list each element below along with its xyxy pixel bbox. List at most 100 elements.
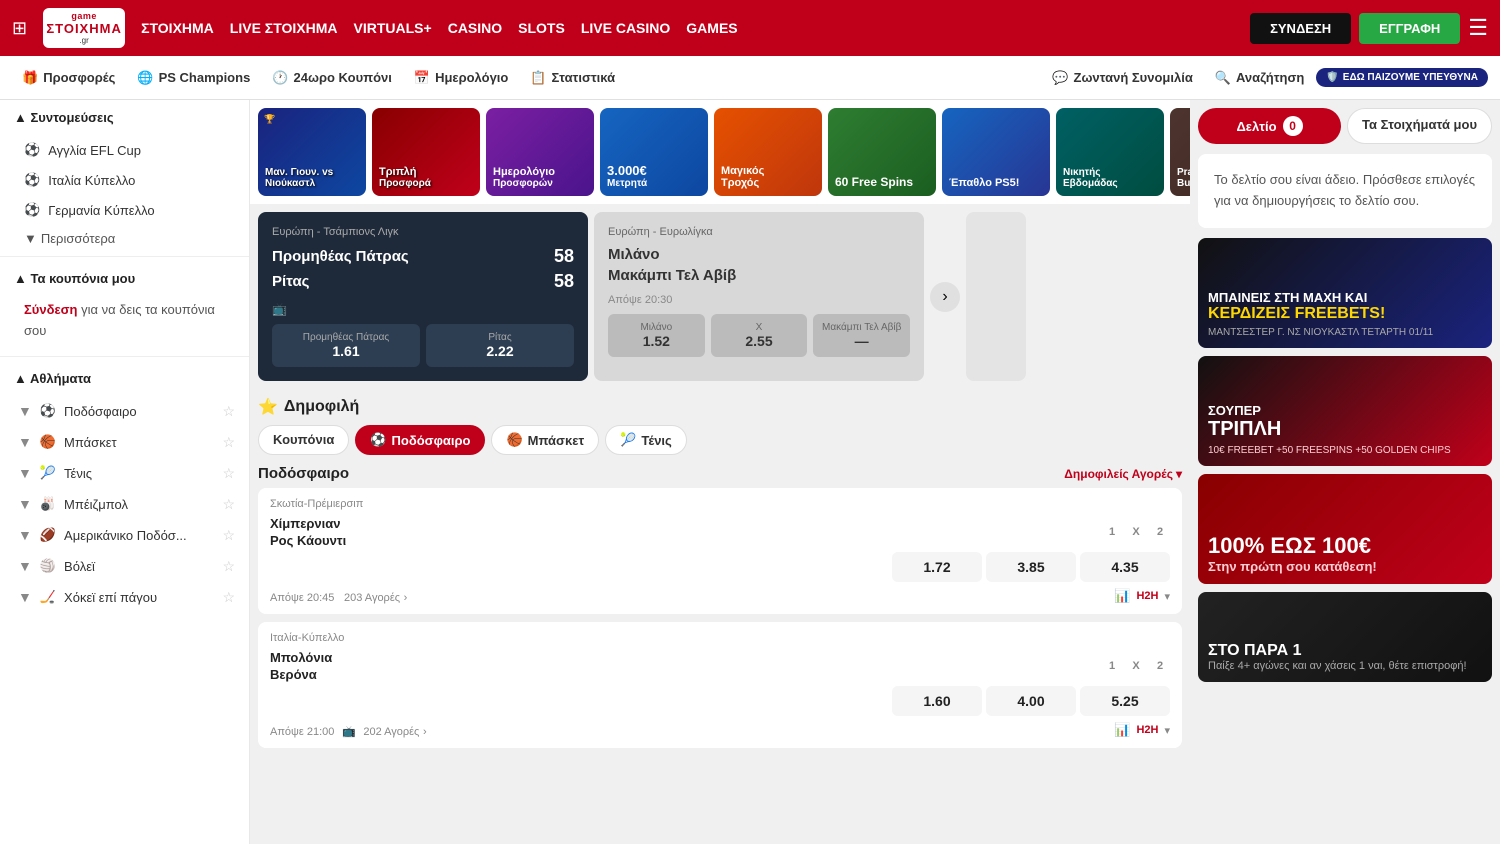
logo[interactable]: game ΣΤΟΙΧΗΜΑ .gr <box>43 8 125 48</box>
globe-icon: 🌐 <box>137 70 153 86</box>
odd-match1-x[interactable]: 3.85 <box>986 552 1076 582</box>
odd-btn-1-team1[interactable]: Προμηθέας Πάτρας 1.61 <box>272 324 420 367</box>
sidebar-sport-hockey[interactable]: ▼ 🏒 Χόκεϊ επί πάγου ☆ <box>0 582 249 613</box>
sec-nav-prosfores[interactable]: 🎁 Προσφορές <box>12 65 125 91</box>
sidebar-sport-baseball[interactable]: ▼ 🎳 Μπέιζμπολ ☆ <box>0 489 249 520</box>
odd-btn-1-team2[interactable]: Ρίτας 2.22 <box>426 324 574 367</box>
star-button-baseball[interactable]: ☆ <box>222 496 235 513</box>
promo-card-ps[interactable]: 🏆 Μαν. Γιουν. vs Νιούκαστλ <box>258 108 366 196</box>
star-button-tennis[interactable]: ☆ <box>222 465 235 482</box>
sidebar-item-italia[interactable]: ⚽ Ιταλία Κύπελλο <box>0 165 249 195</box>
markets-arrow-1[interactable]: › <box>404 592 408 604</box>
match2-markets-link[interactable]: 202 Αγορές <box>363 726 419 738</box>
shortcuts-header[interactable]: ▲ Συντομεύσεις <box>0 100 249 135</box>
football-sport-icon: ⚽ <box>40 403 56 419</box>
sec-nav-24h[interactable]: 🕐 24ωρο Κουπόνι <box>262 65 402 91</box>
h2h-link-1[interactable]: Η2Η <box>1136 590 1158 602</box>
right-banner-ps[interactable]: ΜΠΑΙΝΕΙΣ ΣΤΗ ΜΑΧΗ ΚΑΙ ΚΕΡΔΙΖΕΙΣ FREEBETS… <box>1198 238 1492 348</box>
login-button[interactable]: ΣΥΝΔΕΣΗ <box>1250 13 1351 44</box>
match-team2-2: Μακάμπι Τελ Αβίβ <box>608 267 736 284</box>
odd-match2-2[interactable]: 5.25 <box>1080 686 1170 716</box>
nav-link-stoixima[interactable]: ΣΤΟΙΧΗΜΑ <box>141 20 214 36</box>
star-button-football[interactable]: ☆ <box>222 403 235 420</box>
star-popular-icon: ⭐ <box>258 397 278 417</box>
sports-header[interactable]: ▲ Αθλήματα <box>0 361 249 396</box>
star-button-hockey[interactable]: ☆ <box>222 589 235 606</box>
markets-dropdown[interactable]: Δημοφιλείς Αγορές ▾ <box>1064 467 1182 481</box>
football-icon-germany: ⚽ <box>24 202 40 218</box>
tab-tennis[interactable]: 🎾 Τένις <box>605 425 687 455</box>
hamburger-icon[interactable]: ☰ <box>1468 15 1488 41</box>
betslip-tab-active[interactable]: Δελτίο 0 <box>1198 108 1341 144</box>
star-button-volleyball[interactable]: ☆ <box>222 558 235 575</box>
promo-card-triple[interactable]: Τριπλή Προσφορά <box>372 108 480 196</box>
hockey-icon: 🏒 <box>40 589 56 605</box>
promo-card-pragmatic[interactable]: Pragmatic Buy Bonus <box>1170 108 1190 196</box>
h2h-link-2[interactable]: Η2Η <box>1136 724 1158 736</box>
more-link[interactable]: ▼ Περισσότερα <box>0 225 249 252</box>
sidebar-item-germany[interactable]: ⚽ Γερμανία Κύπελλο <box>0 195 249 225</box>
grid-icon[interactable]: ⊞ <box>12 18 27 39</box>
betslip-count-badge: 0 <box>1283 116 1303 136</box>
match-league-1: Ευρώπη - Τσάμπιονς Λιγκ <box>272 226 574 238</box>
odd-btn-2-2[interactable]: Μακάμπι Τελ Αβίβ — <box>813 314 910 357</box>
star-button-basketball[interactable]: ☆ <box>222 434 235 451</box>
tab-basketball[interactable]: 🏀 Μπάσκετ <box>491 425 599 455</box>
chevron-h2h-1: ▾ <box>1164 590 1170 603</box>
promo-card-cash[interactable]: 3.000€ Μετρητά <box>600 108 708 196</box>
nav-link-livecasino[interactable]: LIVE CASINO <box>581 20 670 36</box>
nav-right: ΣΥΝΔΕΣΗ ΕΓΓΡΑΦΗ ☰ <box>1250 13 1488 44</box>
tab-football[interactable]: ⚽ Ποδόσφαιρο <box>355 425 485 455</box>
sidebar-sport-basketball[interactable]: ▼ 🏀 Μπάσκετ ☆ <box>0 427 249 458</box>
signin-link[interactable]: Σύνδεση <box>24 302 78 317</box>
match1-markets-link[interactable]: 203 Αγορές <box>344 592 400 604</box>
nav-link-slots[interactable]: SLOTS <box>518 20 565 36</box>
match-team1-1: Προμηθέας Πάτρας <box>272 248 409 265</box>
register-button[interactable]: ΕΓΓΡΑΦΗ <box>1359 13 1460 44</box>
nav-link-virtuals[interactable]: VIRTUALS+ <box>354 20 432 36</box>
match-score1-1: 58 <box>554 246 574 267</box>
promo-card-offer[interactable]: Ημερολόγιο Προσφορών <box>486 108 594 196</box>
sec-nav-calendar[interactable]: 📅 Ημερολόγιο <box>404 65 518 91</box>
sidebar-sport-tennis[interactable]: ▼ 🎾 Τένις ☆ <box>0 458 249 489</box>
sidebar-sport-football[interactable]: ▼ ⚽ Ποδόσφαιρο ☆ <box>0 396 249 427</box>
sidebar-item-efl[interactable]: ⚽ Αγγλία EFL Cup <box>0 135 249 165</box>
sec-nav-search[interactable]: 🔍 Αναζήτηση <box>1205 65 1315 91</box>
sidebar-sport-american-football[interactable]: ▼ 🏈 Αμερικάνικο Ποδόσ... ☆ <box>0 520 249 551</box>
volleyball-icon: 🏐 <box>40 558 56 574</box>
main-content: 🏆 Μαν. Γιουν. vs Νιούκαστλ Τριπλή Προσφο… <box>250 100 1190 844</box>
basketball-tab-icon: 🏀 <box>506 432 522 448</box>
coupons-header[interactable]: ▲ Τα κουπόνια μου <box>0 261 249 296</box>
nav-link-games[interactable]: GAMES <box>686 20 737 36</box>
nav-link-live[interactable]: LIVE ΣΤΟΙΧΗΜΑ <box>230 20 338 36</box>
promo-card-winner[interactable]: Νικητής Εβδομάδας <box>1056 108 1164 196</box>
football-icon-italia: ⚽ <box>24 172 40 188</box>
tennis-icon: 🎾 <box>40 465 56 481</box>
sec-nav-ps[interactable]: 🌐 PS Champions <box>127 65 260 91</box>
promo-card-ps5[interactable]: Έπαθλο PS5! <box>942 108 1050 196</box>
right-banner-100[interactable]: 100% ΕΩΣ 100€ Στην πρώτη σου κατάθεση! <box>1198 474 1492 584</box>
odd-match1-1[interactable]: 1.72 <box>892 552 982 582</box>
match-group-1: Σκωτία-Πρέμιερσιπ Χίμπερνιαν Ρος Κάουντι… <box>258 488 1182 614</box>
right-banners: ΜΠΑΙΝΕΙΣ ΣΤΗ ΜΑΧΗ ΚΑΙ ΚΕΡΔΙΖΕΙΣ FREEBETS… <box>1198 238 1492 682</box>
right-banner-para1[interactable]: ΣΤΟ ΠΑΡΑ 1 Παίξε 4+ αγώνες και αν χάσεις… <box>1198 592 1492 682</box>
top-nav: ⊞ game ΣΤΟΙΧΗΜΑ .gr ΣΤΟΙΧΗΜΑ LIVE ΣΤΟΙΧΗ… <box>0 0 1500 56</box>
markets-arrow-2[interactable]: › <box>423 726 427 738</box>
promo-card-wheel[interactable]: Μαγικός Τροχός <box>714 108 822 196</box>
nav-link-casino[interactable]: CASINO <box>448 20 502 36</box>
edo-badge[interactable]: 🛡️ ΕΔΩ ΠΑΙΖΟΥΜΕ ΥΠΕΥΘΥΝΑ <box>1316 68 1488 87</box>
sidebar-sport-volleyball[interactable]: ▼ 🏐 Βόλεϊ ☆ <box>0 551 249 582</box>
odd-btn-2-x[interactable]: Χ 2.55 <box>711 314 808 357</box>
star-button-am-football[interactable]: ☆ <box>222 527 235 544</box>
match-next-button[interactable]: › <box>930 282 960 312</box>
odd-btn-2-1[interactable]: Μιλάνο 1.52 <box>608 314 705 357</box>
odd-match1-2[interactable]: 4.35 <box>1080 552 1170 582</box>
odd-match2-1[interactable]: 1.60 <box>892 686 982 716</box>
odd-match2-x[interactable]: 4.00 <box>986 686 1076 716</box>
right-banner-triple[interactable]: ΣΟΥΠΕΡ ΤΡΙΠΛΗ 10€ FREEBET +50 FREESPINS … <box>1198 356 1492 466</box>
sec-nav-stats[interactable]: 📋 Στατιστικά <box>520 65 625 91</box>
betslip-tab-my-bets[interactable]: Τα Στοιχήματά μου <box>1347 108 1492 144</box>
promo-card-freespins[interactable]: 60 Free Spins <box>828 108 936 196</box>
sec-nav-chat[interactable]: 💬 Ζωντανή Συνομιλία <box>1042 65 1203 91</box>
tab-coupons[interactable]: Κουπόνια <box>258 425 349 455</box>
